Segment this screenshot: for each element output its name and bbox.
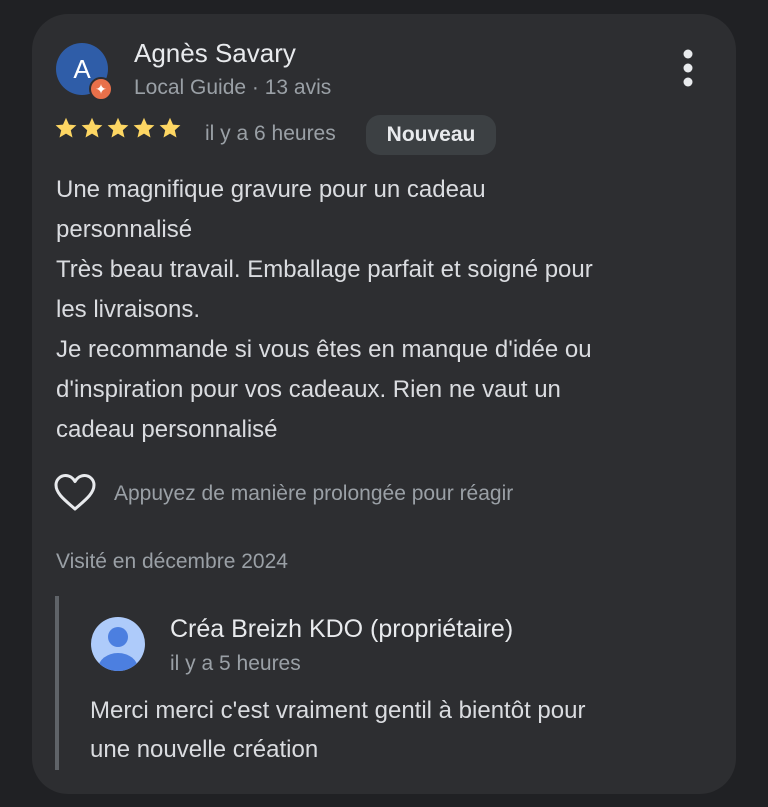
reply-divider [55,596,59,770]
star-icon [159,117,181,138]
star-icon [107,117,129,138]
star-rating [54,116,182,140]
review-text-line: Je recommande si vous êtes en manque d'i… [56,336,592,363]
review-text-line: Très beau travail. Emballage parfait et … [56,256,593,283]
star-icon [55,117,77,138]
review-time: il y a 6 heures [205,122,336,145]
star-icon [81,117,103,138]
visit-date: Visité en décembre 2024 [56,550,288,573]
review-text-line: d'inspiration pour vos cadeaux. Rien ne … [56,376,561,403]
react-button[interactable] [53,472,97,514]
avatar-initial: A [73,54,91,84]
review-card: A ✦ Agnès Savary Local Guide · 13 avis i… [32,14,736,794]
react-hint: Appuyez de manière prolongée pour réagir [114,482,514,505]
reviewer-name[interactable]: Agnès Savary [134,38,296,69]
person-icon [91,617,145,671]
owner-reply-text: Merci merci c'est vraiment gentil à bien… [90,691,710,769]
more-vert-icon [683,49,693,87]
review-text-line: personnalisé [56,216,193,243]
review-text-line: Une magnifique gravure pour un cadeau [56,176,486,203]
review-text-line: cadeau personnalisé [56,416,278,443]
more-options-button[interactable] [668,46,708,90]
heart-outline-icon [54,474,96,511]
owner-avatar[interactable] [90,616,146,672]
review-text: Une magnifique gravure pour un cadeau per… [56,170,706,450]
new-badge: Nouveau [366,115,496,155]
local-guide-badge-icon: ✦ [89,77,113,101]
owner-reply-line: Merci merci c'est vraiment gentil à bien… [90,697,586,724]
owner-name[interactable]: Créa Breizh KDO (propriétaire) [170,615,513,644]
reviewer-meta: Local Guide · 13 avis [134,76,332,99]
review-text-line: les livraisons. [56,296,201,323]
star-icon [133,117,155,138]
owner-reply-time: il y a 5 heures [170,652,301,675]
owner-reply-line: une nouvelle création [90,736,319,763]
